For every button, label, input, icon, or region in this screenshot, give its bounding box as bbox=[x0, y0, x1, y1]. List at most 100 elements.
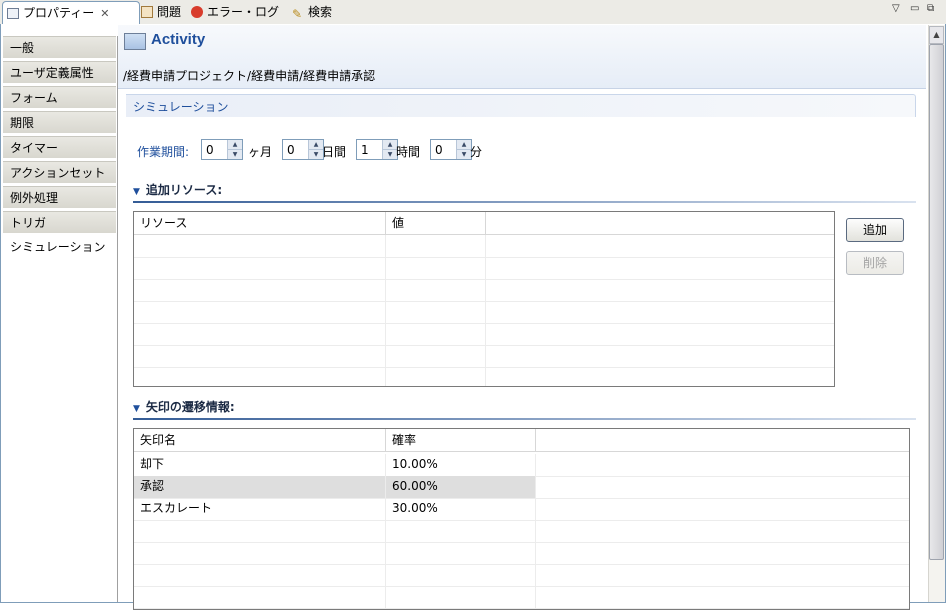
nav-item-simulation[interactable]: シミュレーション bbox=[3, 236, 116, 259]
spin-up-icon[interactable]: ▲ bbox=[309, 140, 323, 150]
view-tab-bar: プロパティー ✕ 問題 エラー・ログ ✎ 検索 ▽ ▭ ⧉ bbox=[0, 0, 946, 25]
table-row bbox=[134, 586, 909, 609]
arrow-name-cell: エスカレート bbox=[134, 498, 386, 520]
section-title: シミュレーション bbox=[133, 100, 229, 114]
tab-error-log-label: エラー・ログ bbox=[207, 5, 280, 19]
nav-item-label: 一般 bbox=[10, 41, 35, 55]
view-menu-icon[interactable]: ▽ bbox=[892, 3, 900, 14]
maximize-icon[interactable]: ⧉ bbox=[927, 3, 934, 14]
arrow-name-cell: 承認 bbox=[134, 476, 386, 498]
days-unit: 日間 bbox=[322, 145, 347, 159]
tab-properties-label: プロパティー bbox=[23, 6, 95, 20]
transitions-header[interactable]: ▼ 矢印の遷移情報: bbox=[133, 398, 235, 415]
page-title: Activity bbox=[151, 31, 206, 48]
spin-down-icon[interactable]: ▼ bbox=[309, 150, 323, 159]
spin-up-icon[interactable]: ▲ bbox=[228, 140, 242, 150]
nav-item-general[interactable]: 一般 bbox=[3, 36, 116, 59]
spin-down-icon[interactable]: ▼ bbox=[228, 150, 242, 159]
table-row bbox=[134, 345, 834, 368]
minimize-icon[interactable]: ▭ bbox=[910, 3, 919, 14]
close-icon[interactable]: ✕ bbox=[100, 3, 109, 25]
hours-unit: 時間 bbox=[396, 145, 421, 159]
months-value: 0 bbox=[206, 143, 214, 157]
column-header-resource[interactable]: リソース bbox=[134, 212, 386, 234]
spin-up-icon[interactable]: ▲ bbox=[457, 140, 471, 150]
hours-spinner[interactable]: 1 ▲ ▼ bbox=[356, 139, 398, 160]
tab-search[interactable]: ✎ 検索 bbox=[288, 1, 344, 23]
column-header-probability[interactable]: 確率 bbox=[386, 429, 536, 451]
months-spinner[interactable]: 0 ▲ ▼ bbox=[201, 139, 243, 160]
divider bbox=[133, 418, 916, 420]
tab-problems[interactable]: 問題 bbox=[137, 1, 191, 23]
nav-item-action-set[interactable]: アクションセット bbox=[3, 161, 116, 184]
probability-cell[interactable]: 10.00% bbox=[386, 454, 536, 476]
nav-item-timer[interactable]: タイマー bbox=[3, 136, 116, 159]
table-row[interactable]: 承認 60.00% bbox=[134, 476, 909, 499]
resources-header[interactable]: ▼ 追加リソース: bbox=[133, 181, 222, 198]
transitions-title: 矢印の遷移情報: bbox=[145, 400, 235, 414]
error-log-icon bbox=[191, 6, 203, 18]
page-header: Activity /経費申請プロジェクト/経費申請/経費申請承認 bbox=[118, 25, 926, 89]
transitions-table[interactable]: 矢印名 確率 却下 10.00% 承認 60.00% エスカレート 30.00% bbox=[133, 428, 910, 610]
properties-icon bbox=[7, 8, 19, 19]
nav-item-label: アクションセット bbox=[10, 166, 106, 180]
table-row[interactable]: 却下 10.00% bbox=[134, 454, 909, 477]
nav-item-label: ユーザ定義属性 bbox=[10, 66, 94, 80]
collapse-triangle-icon[interactable]: ▼ bbox=[133, 404, 140, 414]
table-row bbox=[134, 257, 834, 280]
nav-item-label: トリガ bbox=[10, 216, 47, 230]
hours-value: 1 bbox=[361, 143, 369, 157]
table-header: リソース 値 bbox=[134, 212, 834, 235]
table-header: 矢印名 確率 bbox=[134, 429, 909, 452]
remove-resource-button[interactable]: 削除 bbox=[846, 251, 904, 275]
days-value: 0 bbox=[287, 143, 295, 157]
tab-properties[interactable]: プロパティー ✕ bbox=[2, 1, 140, 25]
minutes-spinner[interactable]: 0 ▲ ▼ bbox=[430, 139, 472, 160]
section-header: シミュレーション bbox=[126, 94, 916, 117]
column-header-value[interactable]: 値 bbox=[386, 212, 486, 234]
minutes-value: 0 bbox=[435, 143, 443, 157]
probability-cell[interactable]: 60.00% bbox=[386, 476, 536, 498]
nav-item-label: 例外処理 bbox=[10, 191, 59, 205]
days-spinner[interactable]: 0 ▲ ▼ bbox=[282, 139, 324, 160]
spin-down-icon[interactable]: ▼ bbox=[457, 150, 471, 159]
search-icon: ✎ bbox=[292, 7, 303, 21]
add-resource-button[interactable]: 追加 bbox=[846, 218, 904, 242]
scrollbar-thumb[interactable] bbox=[929, 44, 944, 560]
nav-item-user-attributes[interactable]: ユーザ定義属性 bbox=[3, 61, 116, 84]
resources-title: 追加リソース: bbox=[145, 183, 223, 197]
spin-up-icon[interactable]: ▲ bbox=[383, 140, 397, 150]
table-row bbox=[134, 542, 909, 565]
nav-item-trigger[interactable]: トリガ bbox=[3, 211, 116, 234]
nav-item-exception[interactable]: 例外処理 bbox=[3, 186, 116, 209]
duration-label: 作業期間: bbox=[137, 145, 190, 159]
table-row bbox=[134, 279, 834, 302]
table-row bbox=[134, 520, 909, 543]
scroll-up-icon[interactable]: ▲ bbox=[929, 26, 944, 44]
probability-cell[interactable]: 30.00% bbox=[386, 498, 536, 520]
tab-search-label: 検索 bbox=[308, 5, 333, 19]
nav-item-form[interactable]: フォーム bbox=[3, 86, 116, 109]
arrow-name-cell: 却下 bbox=[134, 454, 386, 476]
collapse-triangle-icon[interactable]: ▼ bbox=[133, 187, 140, 197]
property-nav: 一般 ユーザ定義属性 フォーム 期限 タイマー アクションセット 例外処理 トリ… bbox=[3, 36, 118, 602]
spin-down-icon[interactable]: ▼ bbox=[383, 150, 397, 159]
nav-item-label: タイマー bbox=[10, 141, 59, 155]
table-row bbox=[134, 323, 834, 346]
table-row bbox=[134, 564, 909, 587]
nav-item-label: フォーム bbox=[10, 91, 58, 105]
months-unit: ヶ月 bbox=[248, 145, 273, 159]
nav-item-label: 期限 bbox=[10, 116, 35, 130]
tab-problems-label: 問題 bbox=[157, 5, 182, 19]
table-row bbox=[134, 235, 834, 258]
minutes-unit: 分 bbox=[470, 145, 483, 159]
nav-item-label: シミュレーション bbox=[10, 240, 106, 254]
nav-item-deadline[interactable]: 期限 bbox=[3, 111, 116, 134]
divider bbox=[133, 201, 916, 203]
activity-icon bbox=[124, 33, 146, 50]
column-header-arrow-name[interactable]: 矢印名 bbox=[134, 429, 386, 451]
table-row bbox=[134, 301, 834, 324]
resources-table[interactable]: リソース 値 bbox=[133, 211, 835, 387]
tab-error-log[interactable]: エラー・ログ bbox=[187, 1, 291, 23]
table-row[interactable]: エスカレート 30.00% bbox=[134, 498, 909, 521]
